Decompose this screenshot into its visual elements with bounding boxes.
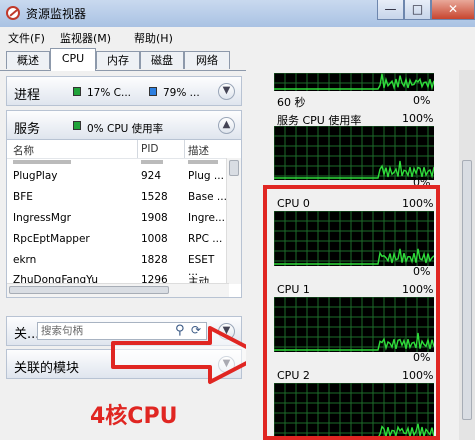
maximize-button[interactable]: □: [404, 0, 431, 20]
menu-help[interactable]: 帮助(H): [134, 30, 173, 46]
cpu-overall-graph: [274, 73, 434, 91]
table-row[interactable]: IngressMgr 1908 Ingre...: [7, 209, 227, 229]
left-pane: 进程 17% C... 79% ... ▼ 服务 0% CPU 使用率 ▲ 名称…: [6, 74, 242, 440]
column-divider: [137, 140, 138, 158]
process-cpu-stat: 17% C...: [87, 87, 132, 99]
cpu-highlight-box: [263, 185, 440, 440]
tab-network[interactable]: 网络: [184, 51, 230, 69]
services-title: 服务: [14, 122, 41, 137]
scroll-thumb[interactable]: [9, 286, 169, 294]
services-section-header[interactable]: 服务 0% CPU 使用率 ▲: [6, 110, 242, 140]
handles-title: 关...: [14, 327, 40, 342]
tab-memory[interactable]: 内存: [96, 51, 140, 69]
graph-time-label: 60 秒: [277, 96, 306, 109]
graph-vertical-scrollbar[interactable]: [459, 70, 475, 440]
process-section-header[interactable]: 进程 17% C... 79% ... ▼: [6, 76, 242, 106]
menu-monitor[interactable]: 监视器(M): [60, 30, 111, 46]
chevron-up-icon[interactable]: ▲: [218, 117, 235, 134]
resource-monitor-icon: [6, 6, 20, 20]
column-description[interactable]: 描述: [188, 143, 209, 158]
arrow-annotation-icon: [111, 326, 264, 384]
menu-bar: 文件(F) 监视器(M) 帮助(H): [0, 27, 475, 46]
tab-overview[interactable]: 概述: [6, 51, 50, 69]
search-placeholder: 搜索句柄: [41, 325, 83, 337]
tab-disk[interactable]: 磁盘: [140, 51, 184, 69]
title-bar: 资源监视器 — □ ✕: [0, 0, 475, 27]
minimize-button[interactable]: —: [377, 0, 404, 20]
partial-row: [7, 158, 229, 166]
close-button[interactable]: ✕: [431, 0, 475, 20]
graph-percent-bottom: 0%: [413, 94, 431, 107]
service-cpu-swatch: [73, 121, 81, 130]
process-title: 进程: [14, 88, 41, 103]
scroll-thumb[interactable]: [462, 160, 472, 420]
table-header: 名称 PID 描述: [7, 140, 229, 159]
column-divider: [184, 140, 185, 158]
window-title: 资源监视器: [26, 7, 87, 21]
column-name[interactable]: 名称: [13, 143, 34, 158]
annotation-text: 4核CPU: [90, 404, 178, 429]
services-vertical-scrollbar[interactable]: [226, 158, 241, 284]
table-row[interactable]: BFE 1528 Base ...: [7, 188, 227, 208]
service-cpu-graph: [274, 126, 434, 180]
cpu-usage-swatch: [73, 87, 81, 96]
tab-strip: 概述 CPU 内存 磁盘 网络: [0, 46, 475, 71]
table-row[interactable]: ekrn 1828 ESET ...: [7, 251, 227, 278]
process-freq-stat: 79% ...: [163, 87, 200, 99]
frequency-swatch: [149, 87, 157, 96]
table-row[interactable]: RpcEptMapper 1008 RPC ...: [7, 230, 227, 250]
column-pid[interactable]: PID: [141, 143, 159, 155]
graph-percent-top: 100%: [402, 112, 434, 125]
tab-cpu[interactable]: CPU: [50, 48, 96, 71]
services-horizontal-scrollbar[interactable]: [7, 283, 229, 297]
services-table: 名称 PID 描述 PlugPlay 924 Plug ... BFE 1528…: [6, 140, 242, 298]
menu-file[interactable]: 文件(F): [8, 30, 45, 46]
scroll-thumb[interactable]: [229, 160, 239, 176]
modules-title: 关联的模块: [14, 361, 80, 376]
services-cpu-stat: 0% CPU 使用率: [87, 123, 164, 135]
chevron-down-icon[interactable]: ▼: [218, 83, 235, 100]
table-row[interactable]: PlugPlay 924 Plug ...: [7, 167, 227, 187]
